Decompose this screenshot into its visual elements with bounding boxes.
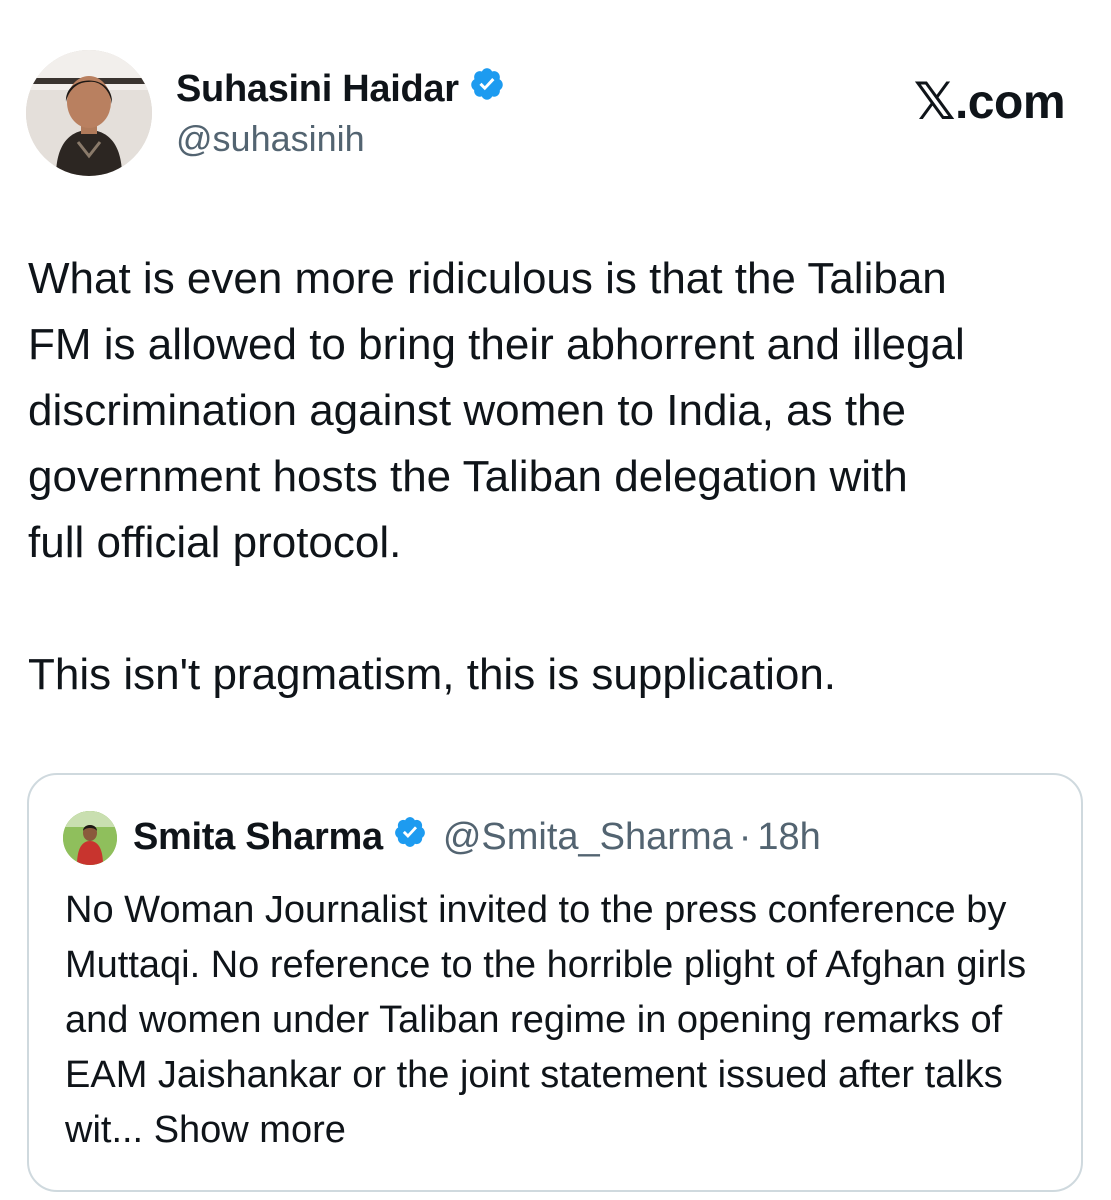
tweet-text: What is even more ridiculous is that the… bbox=[28, 254, 965, 699]
brand-suffix: .com bbox=[954, 75, 1066, 129]
author-handle[interactable]: @suhasinih bbox=[176, 118, 365, 160]
verified-badge-icon bbox=[469, 66, 505, 112]
x-logo-icon: 𝕏 bbox=[913, 73, 956, 131]
show-more-link[interactable]: Show more bbox=[154, 1109, 346, 1151]
quoted-tweet-time[interactable]: 18h bbox=[757, 816, 820, 859]
quoted-author-avatar-image bbox=[63, 811, 117, 865]
quoted-tweet-card[interactable]: Smita Sharma @Smita_Sharma · 18h No Woma… bbox=[27, 773, 1083, 1192]
quoted-tweet-header: Smita Sharma @Smita_Sharma · 18h bbox=[133, 815, 821, 859]
quoted-author-handle[interactable]: @Smita_Sharma bbox=[443, 816, 733, 859]
author-name-row[interactable]: Suhasini Haidar bbox=[176, 66, 505, 112]
quoted-author-avatar[interactable] bbox=[63, 811, 117, 865]
quoted-tweet-text: No Woman Journalist invited to the press… bbox=[65, 883, 1065, 1158]
author-avatar[interactable] bbox=[26, 50, 152, 176]
header-separator: · bbox=[738, 815, 752, 858]
brand-watermark: 𝕏 .com bbox=[913, 72, 1066, 132]
author-name[interactable]: Suhasini Haidar bbox=[176, 68, 459, 111]
quoted-author-name[interactable]: Smita Sharma bbox=[133, 816, 383, 859]
verified-badge-icon bbox=[393, 815, 427, 859]
author-avatar-image bbox=[26, 50, 152, 176]
